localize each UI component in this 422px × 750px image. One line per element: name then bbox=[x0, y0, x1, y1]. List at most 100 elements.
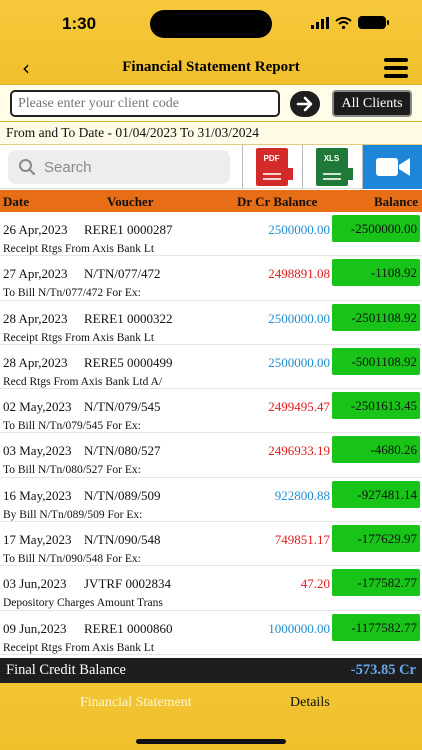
row-narration: Receipt Rtgs From Axis Bank Lt bbox=[3, 243, 155, 255]
row-balance: -177582.77 bbox=[332, 569, 420, 597]
row-balance: -2501108.92 bbox=[332, 303, 420, 331]
pdf-label: PDF bbox=[263, 154, 280, 163]
row-balance: -2500000.00 bbox=[332, 215, 420, 242]
table-header: Date Voucher Dr Cr Balance Balance bbox=[0, 190, 422, 212]
row-amount: 922800.88 bbox=[274, 487, 330, 503]
row-narration: To Bill N/Tn/079/545 For Ex: bbox=[3, 420, 141, 433]
row-voucher: RERE1 0000860 bbox=[84, 620, 173, 636]
row-voucher: RERE1 0000322 bbox=[84, 310, 173, 326]
row-narration: Recd Rtgs From Axis Bank Ltd A/ bbox=[3, 375, 163, 388]
table-row[interactable]: 17 May,2023 N/TN/090/548 749851.17 -177629.… bbox=[0, 522, 422, 567]
row-date: 28 Apr,2023 bbox=[3, 310, 68, 326]
status-icons bbox=[311, 16, 389, 29]
col-balance: Balance bbox=[373, 194, 418, 209]
wifi-icon bbox=[335, 16, 352, 29]
row-voucher: N/TN/080/527 bbox=[84, 443, 161, 459]
search-icon bbox=[19, 159, 36, 176]
row-amount: 749851.17 bbox=[274, 532, 330, 548]
row-date: 28 Apr,2023 bbox=[3, 354, 68, 370]
row-voucher: N/TN/079/545 bbox=[84, 399, 161, 415]
signal-icon bbox=[311, 16, 329, 29]
row-balance: -4680.26 bbox=[332, 436, 420, 464]
final-balance-bar: Final Credit Balance -573.85 Cr bbox=[0, 658, 422, 683]
row-narration: To Bill N/Tn/077/472 For Ex: bbox=[3, 287, 141, 300]
arrow-right-icon bbox=[296, 96, 313, 112]
row-voucher: RERE5 0000499 bbox=[84, 354, 173, 370]
row-date: 09 Jun,2023 bbox=[3, 620, 67, 636]
client-code-input[interactable] bbox=[10, 90, 280, 117]
table-row[interactable]: 02 May,2023 N/TN/079/545 2499495.47 -250161… bbox=[0, 389, 422, 434]
row-voucher: JVTRF 0002834 bbox=[84, 576, 172, 592]
row-narration: Receipt Rtgs From Axis Bank Lt bbox=[3, 331, 155, 344]
row-balance: -927481.14 bbox=[332, 480, 420, 508]
table-row[interactable]: 28 Apr,2023 RERE1 0000322 2500000.00 -25011… bbox=[0, 301, 422, 345]
nav-bar: ‹ Financial Statement Report bbox=[0, 52, 422, 84]
col-date: Date bbox=[3, 194, 29, 209]
row-amount: 2500000.00 bbox=[268, 222, 330, 237]
row-voucher: RERE1 0000287 bbox=[84, 222, 173, 237]
row-voucher: N/TN/089/509 bbox=[84, 487, 161, 503]
row-voucher: N/TN/090/548 bbox=[84, 532, 161, 548]
row-balance: -5001108.92 bbox=[332, 347, 420, 375]
pdf-export-button[interactable]: PDF bbox=[242, 145, 300, 189]
row-date: 27 Apr,2023 bbox=[3, 266, 68, 282]
video-button[interactable] bbox=[362, 145, 422, 189]
row-date: 16 May,2023 bbox=[3, 487, 72, 503]
xls-label: XLS bbox=[323, 154, 340, 163]
status-time: 1:30 bbox=[62, 14, 97, 33]
table-row[interactable]: 09 Jun,2023 RERE1 0000860 1000000.00 -11775… bbox=[0, 611, 422, 655]
row-amount: 2500000.00 bbox=[268, 354, 330, 370]
page-title: Financial Statement Report bbox=[122, 59, 300, 75]
table-row[interactable]: 03 May,2023 N/TN/080/527 2496933.19 -4680.2… bbox=[0, 433, 422, 478]
video-camera-icon bbox=[375, 158, 410, 176]
table-row[interactable]: 27 Apr,2023 N/TN/077/472 2498891.08 -1108.9… bbox=[0, 256, 422, 301]
col-drcr: Dr Cr Balance bbox=[237, 194, 318, 209]
search-box[interactable]: Search bbox=[8, 150, 230, 184]
hamburger-menu-icon[interactable] bbox=[384, 58, 408, 78]
row-balance: -1108.92 bbox=[332, 259, 420, 287]
search-placeholder: Search bbox=[44, 158, 92, 176]
row-narration: Receipt Rtgs From Axis Bank Lt bbox=[3, 641, 155, 654]
row-amount: 2498891.08 bbox=[268, 266, 330, 282]
home-indicator bbox=[136, 739, 286, 744]
row-date: 17 May,2023 bbox=[3, 532, 72, 548]
row-amount: 47.20 bbox=[300, 576, 330, 592]
status-bar: 1:30 bbox=[0, 0, 422, 48]
row-amount: 2500000.00 bbox=[268, 310, 330, 326]
toolbar: Search PDF XLS bbox=[0, 145, 422, 189]
statement-list[interactable]: 26 Apr,2023 RERE1 0000287 2500000.00 -25000… bbox=[0, 212, 422, 658]
table-row[interactable]: 28 Apr,2023 RERE5 0000499 2500000.00 -50011… bbox=[0, 345, 422, 390]
submit-arrow-button[interactable] bbox=[290, 91, 320, 117]
row-balance: -1177582.77 bbox=[332, 613, 420, 641]
row-narration: By Bill N/Tn/089/509 For Ex: bbox=[3, 508, 143, 521]
row-balance: -177629.97 bbox=[332, 525, 420, 553]
row-date: 26 Apr,2023 bbox=[3, 222, 68, 237]
battery-icon bbox=[358, 16, 389, 29]
row-narration: Depository Charges Amount Trans bbox=[3, 597, 163, 610]
row-amount: 2499495.47 bbox=[268, 399, 330, 415]
table-row[interactable]: 03 Jun,2023 JVTRF 0002834 47.20 -177582.77 D… bbox=[0, 566, 422, 611]
pdf-file-icon: PDF bbox=[255, 148, 293, 186]
all-clients-button[interactable]: All Clients bbox=[332, 90, 412, 117]
row-voucher: N/TN/077/472 bbox=[84, 266, 161, 282]
xls-file-icon: XLS bbox=[315, 148, 353, 186]
table-row[interactable]: 26 Apr,2023 RERE1 0000287 2500000.00 -25000… bbox=[0, 212, 422, 257]
xls-export-button[interactable]: XLS bbox=[302, 145, 360, 189]
dynamic-island bbox=[150, 10, 272, 38]
final-balance-value: -573.85 Cr bbox=[350, 662, 416, 678]
table-row[interactable]: 16 May,2023 N/TN/089/509 922800.88 -927481.… bbox=[0, 478, 422, 523]
col-voucher: Voucher bbox=[107, 194, 154, 209]
row-narration: To Bill N/Tn/080/527 For Ex: bbox=[3, 464, 141, 477]
row-date: 03 May,2023 bbox=[3, 443, 72, 459]
final-balance-label: Final Credit Balance bbox=[6, 662, 126, 678]
row-amount: 1000000.00 bbox=[268, 620, 330, 636]
tab-financial-statement[interactable]: Financial Statement bbox=[80, 695, 192, 711]
row-balance: -2501613.45 bbox=[332, 392, 420, 420]
row-date: 03 Jun,2023 bbox=[3, 576, 67, 592]
row-narration: To Bill N/Tn/090/548 For Ex: bbox=[3, 553, 141, 566]
tab-details[interactable]: Details bbox=[290, 695, 330, 711]
row-date: 02 May,2023 bbox=[3, 399, 72, 415]
client-code-row: All Clients bbox=[0, 84, 422, 122]
row-amount: 2496933.19 bbox=[268, 443, 330, 459]
date-range-text: From and To Date - 01/04/2023 To 31/03/2… bbox=[0, 123, 422, 145]
